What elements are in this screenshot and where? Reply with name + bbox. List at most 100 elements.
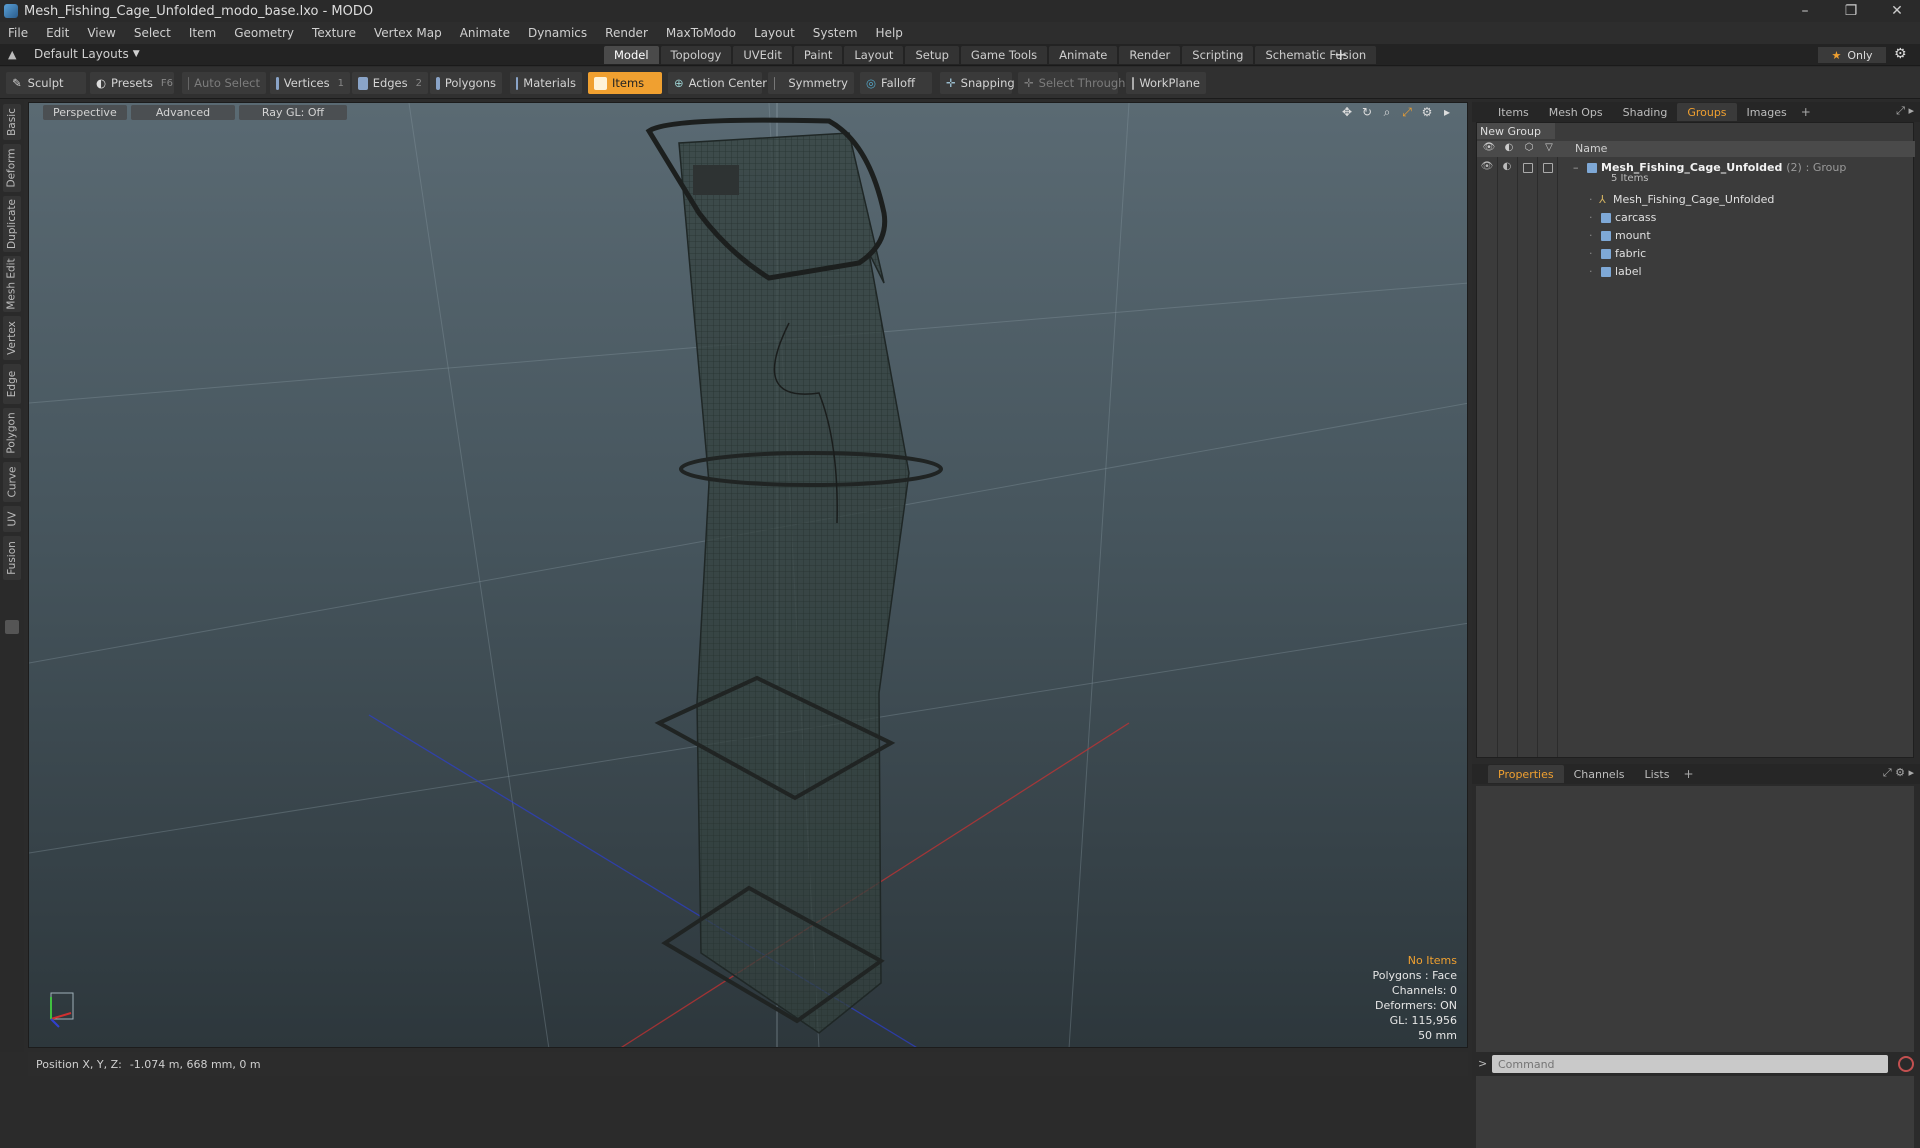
group-row[interactable]: 👁 ◐ – Mesh_Fishing_Cage_Unfolded (2) : G… bbox=[1477, 159, 1915, 189]
fishing-cage-mesh[interactable] bbox=[645, 117, 943, 1034]
record-macro-icon[interactable] bbox=[1898, 1056, 1914, 1072]
tab-animate[interactable]: Animate bbox=[1049, 46, 1118, 64]
advanced-button[interactable]: Advanced bbox=[131, 105, 235, 120]
panel-expand-icon[interactable]: ⤢ ▸ bbox=[1896, 104, 1914, 118]
tab-paint[interactable]: Paint bbox=[793, 46, 843, 64]
tab-images[interactable]: Images bbox=[1737, 103, 1797, 121]
add-bottom-tab-icon[interactable]: + bbox=[1683, 767, 1693, 781]
vtab-deform[interactable]: Deform bbox=[3, 144, 21, 192]
menu-render[interactable]: Render bbox=[605, 26, 648, 40]
polygons-button[interactable]: Polygons bbox=[430, 72, 502, 94]
falloff-button[interactable]: ◎ Falloff bbox=[860, 72, 932, 94]
render-header-icon[interactable]: ◐ bbox=[1501, 142, 1517, 156]
minimize-button[interactable]: – bbox=[1782, 0, 1828, 22]
expand-toggle[interactable] bbox=[5, 620, 19, 634]
command-input[interactable] bbox=[1492, 1055, 1888, 1073]
vtab-uv[interactable]: UV bbox=[3, 506, 21, 532]
menu-select[interactable]: Select bbox=[134, 26, 171, 40]
menu-dynamics[interactable]: Dynamics bbox=[528, 26, 587, 40]
tab-topology[interactable]: Topology bbox=[660, 46, 732, 64]
bottom-panel-settings-icon[interactable]: ⤢ ⚙ ▸ bbox=[1883, 766, 1914, 780]
tab-shading[interactable]: Shading bbox=[1613, 103, 1678, 121]
tab-layout[interactable]: Layout bbox=[844, 46, 904, 64]
menu-edit[interactable]: Edit bbox=[46, 26, 69, 40]
gear-icon[interactable]: ⚙ bbox=[1894, 46, 1907, 62]
menu-file[interactable]: File bbox=[8, 26, 28, 40]
restore-button[interactable]: ❐ bbox=[1828, 0, 1874, 22]
symmetry-button[interactable]: Symmetry bbox=[768, 72, 854, 94]
vtab-curve[interactable]: Curve bbox=[3, 462, 21, 502]
menu-maxtomodo[interactable]: MaxToModo bbox=[666, 26, 736, 40]
menu-layout[interactable]: Layout bbox=[754, 26, 795, 40]
tab-scripting[interactable]: Scripting bbox=[1182, 46, 1254, 64]
presets-button[interactable]: ◐ Presets F6 bbox=[90, 72, 174, 94]
select-checkbox[interactable] bbox=[1543, 163, 1553, 173]
tab-mesh-ops[interactable]: Mesh Ops bbox=[1539, 103, 1613, 121]
vtab-edge[interactable]: Edge bbox=[3, 364, 21, 404]
tab-setup[interactable]: Setup bbox=[905, 46, 959, 64]
render-icon[interactable]: ◐ bbox=[1500, 161, 1514, 175]
pan-icon[interactable]: ✥ bbox=[1339, 105, 1355, 121]
tab-groups[interactable]: Groups bbox=[1677, 103, 1737, 121]
viewport-settings-icon[interactable]: ⚙ bbox=[1419, 105, 1435, 121]
vtab-duplicate[interactable]: Duplicate bbox=[3, 196, 21, 252]
items-button[interactable]: Items bbox=[588, 72, 662, 94]
tab-game-tools[interactable]: Game Tools bbox=[960, 46, 1048, 64]
vtab-polygon[interactable]: Polygon bbox=[3, 408, 21, 458]
tab-uvedit[interactable]: UVEdit bbox=[733, 46, 792, 64]
tab-render[interactable]: Render bbox=[1119, 46, 1181, 64]
select-through-button[interactable]: ✛ Select Through bbox=[1018, 72, 1125, 94]
snapping-button[interactable]: ✛ Snapping bbox=[940, 72, 1015, 94]
vtab-mesh-edit[interactable]: Mesh Edit bbox=[3, 256, 21, 312]
3d-viewport[interactable]: Perspective Advanced Ray GL: Off ✥ ↻ ⌕ ⤢… bbox=[28, 102, 1468, 1048]
visibility-header-icon[interactable]: 👁 bbox=[1481, 142, 1497, 156]
tab-model[interactable]: Model bbox=[604, 46, 659, 64]
lock-header-icon[interactable]: ⬡ bbox=[1521, 142, 1537, 156]
layout-collapse-icon[interactable]: ▲ bbox=[8, 48, 20, 61]
tab-properties[interactable]: Properties bbox=[1488, 765, 1564, 783]
group-expand-icon[interactable]: – bbox=[1573, 161, 1579, 174]
raygl-button[interactable]: Ray GL: Off bbox=[239, 105, 347, 120]
new-group-button[interactable]: New Group bbox=[1477, 123, 1555, 139]
perspective-button[interactable]: Perspective bbox=[43, 105, 127, 120]
action-center-button[interactable]: ⊕ Action Center bbox=[668, 72, 767, 94]
add-panel-tab-icon[interactable]: + bbox=[1801, 105, 1811, 119]
workplane-button[interactable]: WorkPlane bbox=[1126, 72, 1206, 94]
zoom-icon[interactable]: ⌕ bbox=[1379, 105, 1395, 121]
list-item[interactable]: · fabric bbox=[1477, 245, 1915, 263]
menu-texture[interactable]: Texture bbox=[312, 26, 356, 40]
tab-lists[interactable]: Lists bbox=[1635, 765, 1680, 783]
menu-view[interactable]: View bbox=[87, 26, 115, 40]
menu-system[interactable]: System bbox=[813, 26, 858, 40]
vtab-fusion[interactable]: Fusion bbox=[3, 536, 21, 580]
tab-items[interactable]: Items bbox=[1488, 103, 1539, 121]
name-column-header[interactable]: Name bbox=[1575, 142, 1607, 155]
list-item[interactable]: · label bbox=[1477, 263, 1915, 281]
list-item[interactable]: · carcass bbox=[1477, 209, 1915, 227]
menu-help[interactable]: Help bbox=[876, 26, 903, 40]
fit-icon[interactable]: ⤢ bbox=[1399, 105, 1415, 121]
list-item[interactable]: · ⅄ Mesh_Fishing_Cage_Unfolded bbox=[1477, 191, 1915, 209]
rotate-icon[interactable]: ↻ bbox=[1359, 105, 1375, 121]
command-arrow-icon[interactable]: > bbox=[1478, 1057, 1487, 1070]
lock-checkbox[interactable] bbox=[1523, 163, 1533, 173]
menu-geometry[interactable]: Geometry bbox=[234, 26, 294, 40]
menu-animate[interactable]: Animate bbox=[460, 26, 510, 40]
viewport-menu-icon[interactable]: ▸ bbox=[1439, 105, 1455, 121]
close-button[interactable]: ✕ bbox=[1874, 0, 1920, 22]
add-tab-icon[interactable]: + bbox=[1334, 45, 1347, 64]
vtab-vertex[interactable]: Vertex bbox=[3, 316, 21, 360]
sculpt-button[interactable]: ✎ Sculpt bbox=[6, 72, 86, 94]
menu-vertex-map[interactable]: Vertex Map bbox=[374, 26, 442, 40]
tab-channels[interactable]: Channels bbox=[1564, 765, 1635, 783]
vtab-basic[interactable]: Basic bbox=[3, 104, 21, 140]
edges-button[interactable]: Edges 2 bbox=[352, 72, 428, 94]
only-toggle[interactable]: ★ Only bbox=[1818, 47, 1886, 63]
materials-button[interactable]: Materials bbox=[510, 72, 582, 94]
select-header-icon[interactable]: ▽ bbox=[1541, 142, 1557, 156]
layout-dropdown[interactable]: ▲ Default Layouts ▼ bbox=[8, 47, 140, 61]
auto-select-button[interactable]: Auto Select bbox=[182, 72, 266, 94]
eye-icon[interactable]: 👁 bbox=[1480, 161, 1494, 175]
vertices-button[interactable]: Vertices 1 bbox=[270, 72, 350, 94]
menu-item[interactable]: Item bbox=[189, 26, 216, 40]
